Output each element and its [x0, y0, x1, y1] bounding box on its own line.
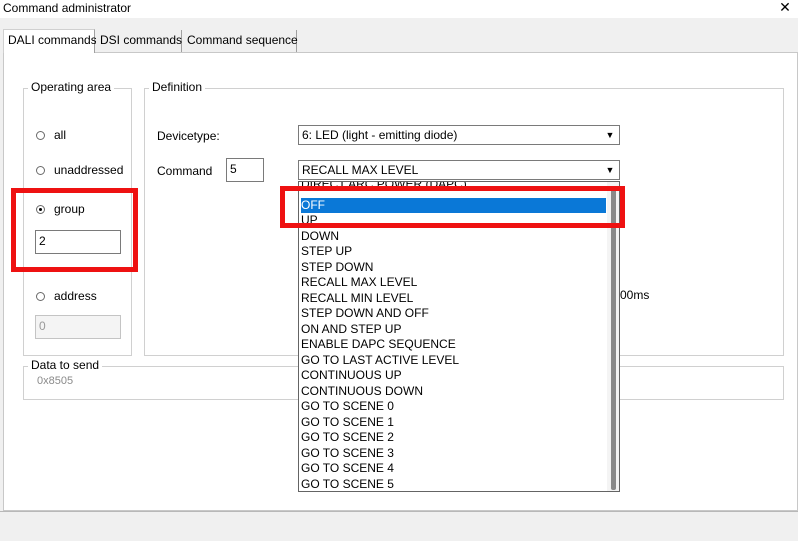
radio-button[interactable]	[36, 130, 45, 140]
data-to-send-legend: Data to send	[28, 358, 103, 372]
radio-address[interactable]: address	[36, 289, 97, 303]
timing-text-partial: 00ms	[620, 288, 650, 302]
chevron-down-icon[interactable]: ▼	[604, 164, 616, 176]
highlight-box-off	[280, 186, 625, 228]
scrollbar[interactable]	[607, 182, 619, 491]
tab-dali-commands[interactable]: DALI commands	[3, 29, 97, 53]
dropdown-option[interactable]: STEP UP	[301, 244, 606, 260]
dropdown-option[interactable]: GO TO SCENE 0	[301, 399, 606, 415]
devicetype-value: 6: LED (light - emitting diode)	[302, 128, 458, 142]
dropdown-option[interactable]: DOWN	[301, 229, 606, 245]
radio-button[interactable]	[36, 291, 45, 301]
dropdown-option[interactable]: GO TO LAST ACTIVE LEVEL	[301, 353, 606, 369]
window-title: Command administrator	[3, 1, 132, 15]
definition-legend: Definition	[149, 80, 206, 94]
radio-button[interactable]	[36, 165, 45, 175]
dropdown-option[interactable]: ENABLE DAPC SEQUENCE	[301, 337, 606, 353]
dropdown-option[interactable]: GO TO SCENE 4	[301, 461, 606, 477]
radio-unaddressed[interactable]: unaddressed	[36, 163, 123, 177]
radio-label: all	[54, 128, 67, 142]
address-input[interactable]: 0	[35, 315, 121, 339]
devicetype-select[interactable]: 6: LED (light - emitting diode) ▼	[298, 125, 620, 145]
dropdown-option[interactable]: STEP DOWN	[301, 260, 606, 276]
command-number-input[interactable]: 5	[226, 158, 264, 182]
dropdown-option[interactable]: ON AND STEP UP	[301, 322, 606, 338]
command-value: RECALL MAX LEVEL	[302, 163, 419, 177]
dropdown-option[interactable]: GO TO SCENE 2	[301, 430, 606, 446]
window-footer	[0, 511, 798, 541]
dropdown-option[interactable]: GO TO SCENE 1	[301, 415, 606, 431]
tab-dsi-commands[interactable]: DSI commands	[96, 30, 182, 52]
chevron-down-icon[interactable]: ▼	[604, 129, 616, 141]
dropdown-option[interactable]: GO TO SCENE 3	[301, 446, 606, 462]
tab-command-sequence[interactable]: Command sequence	[183, 30, 298, 52]
devicetype-label: Devicetype:	[157, 129, 220, 143]
radio-label: address	[54, 289, 97, 303]
dropdown-option[interactable]: STEP DOWN AND OFF	[301, 306, 606, 322]
command-select[interactable]: RECALL MAX LEVEL ▼	[298, 160, 620, 180]
dropdown-option[interactable]: CONTINUOUS UP	[301, 368, 606, 384]
highlight-box-group	[11, 188, 138, 272]
tab-label: DSI commands	[100, 33, 183, 47]
dropdown-option[interactable]: RECALL MAX LEVEL	[301, 275, 606, 291]
operating-area-legend: Operating area	[28, 80, 115, 94]
tab-label: Command sequence	[187, 33, 298, 47]
dropdown-option[interactable]: GO TO SCENE 5	[301, 477, 606, 492]
close-icon[interactable]: ✕	[776, 0, 794, 16]
scrollbar-thumb[interactable]	[611, 186, 616, 490]
dropdown-option[interactable]: CONTINUOUS DOWN	[301, 384, 606, 400]
tab-label: DALI commands	[8, 33, 97, 47]
data-to-send-value: 0x8505	[37, 375, 74, 387]
command-label: Command	[157, 164, 213, 178]
radio-label: unaddressed	[54, 163, 124, 177]
radio-all[interactable]: all	[36, 128, 66, 142]
dropdown-option[interactable]: RECALL MIN LEVEL	[301, 291, 606, 307]
